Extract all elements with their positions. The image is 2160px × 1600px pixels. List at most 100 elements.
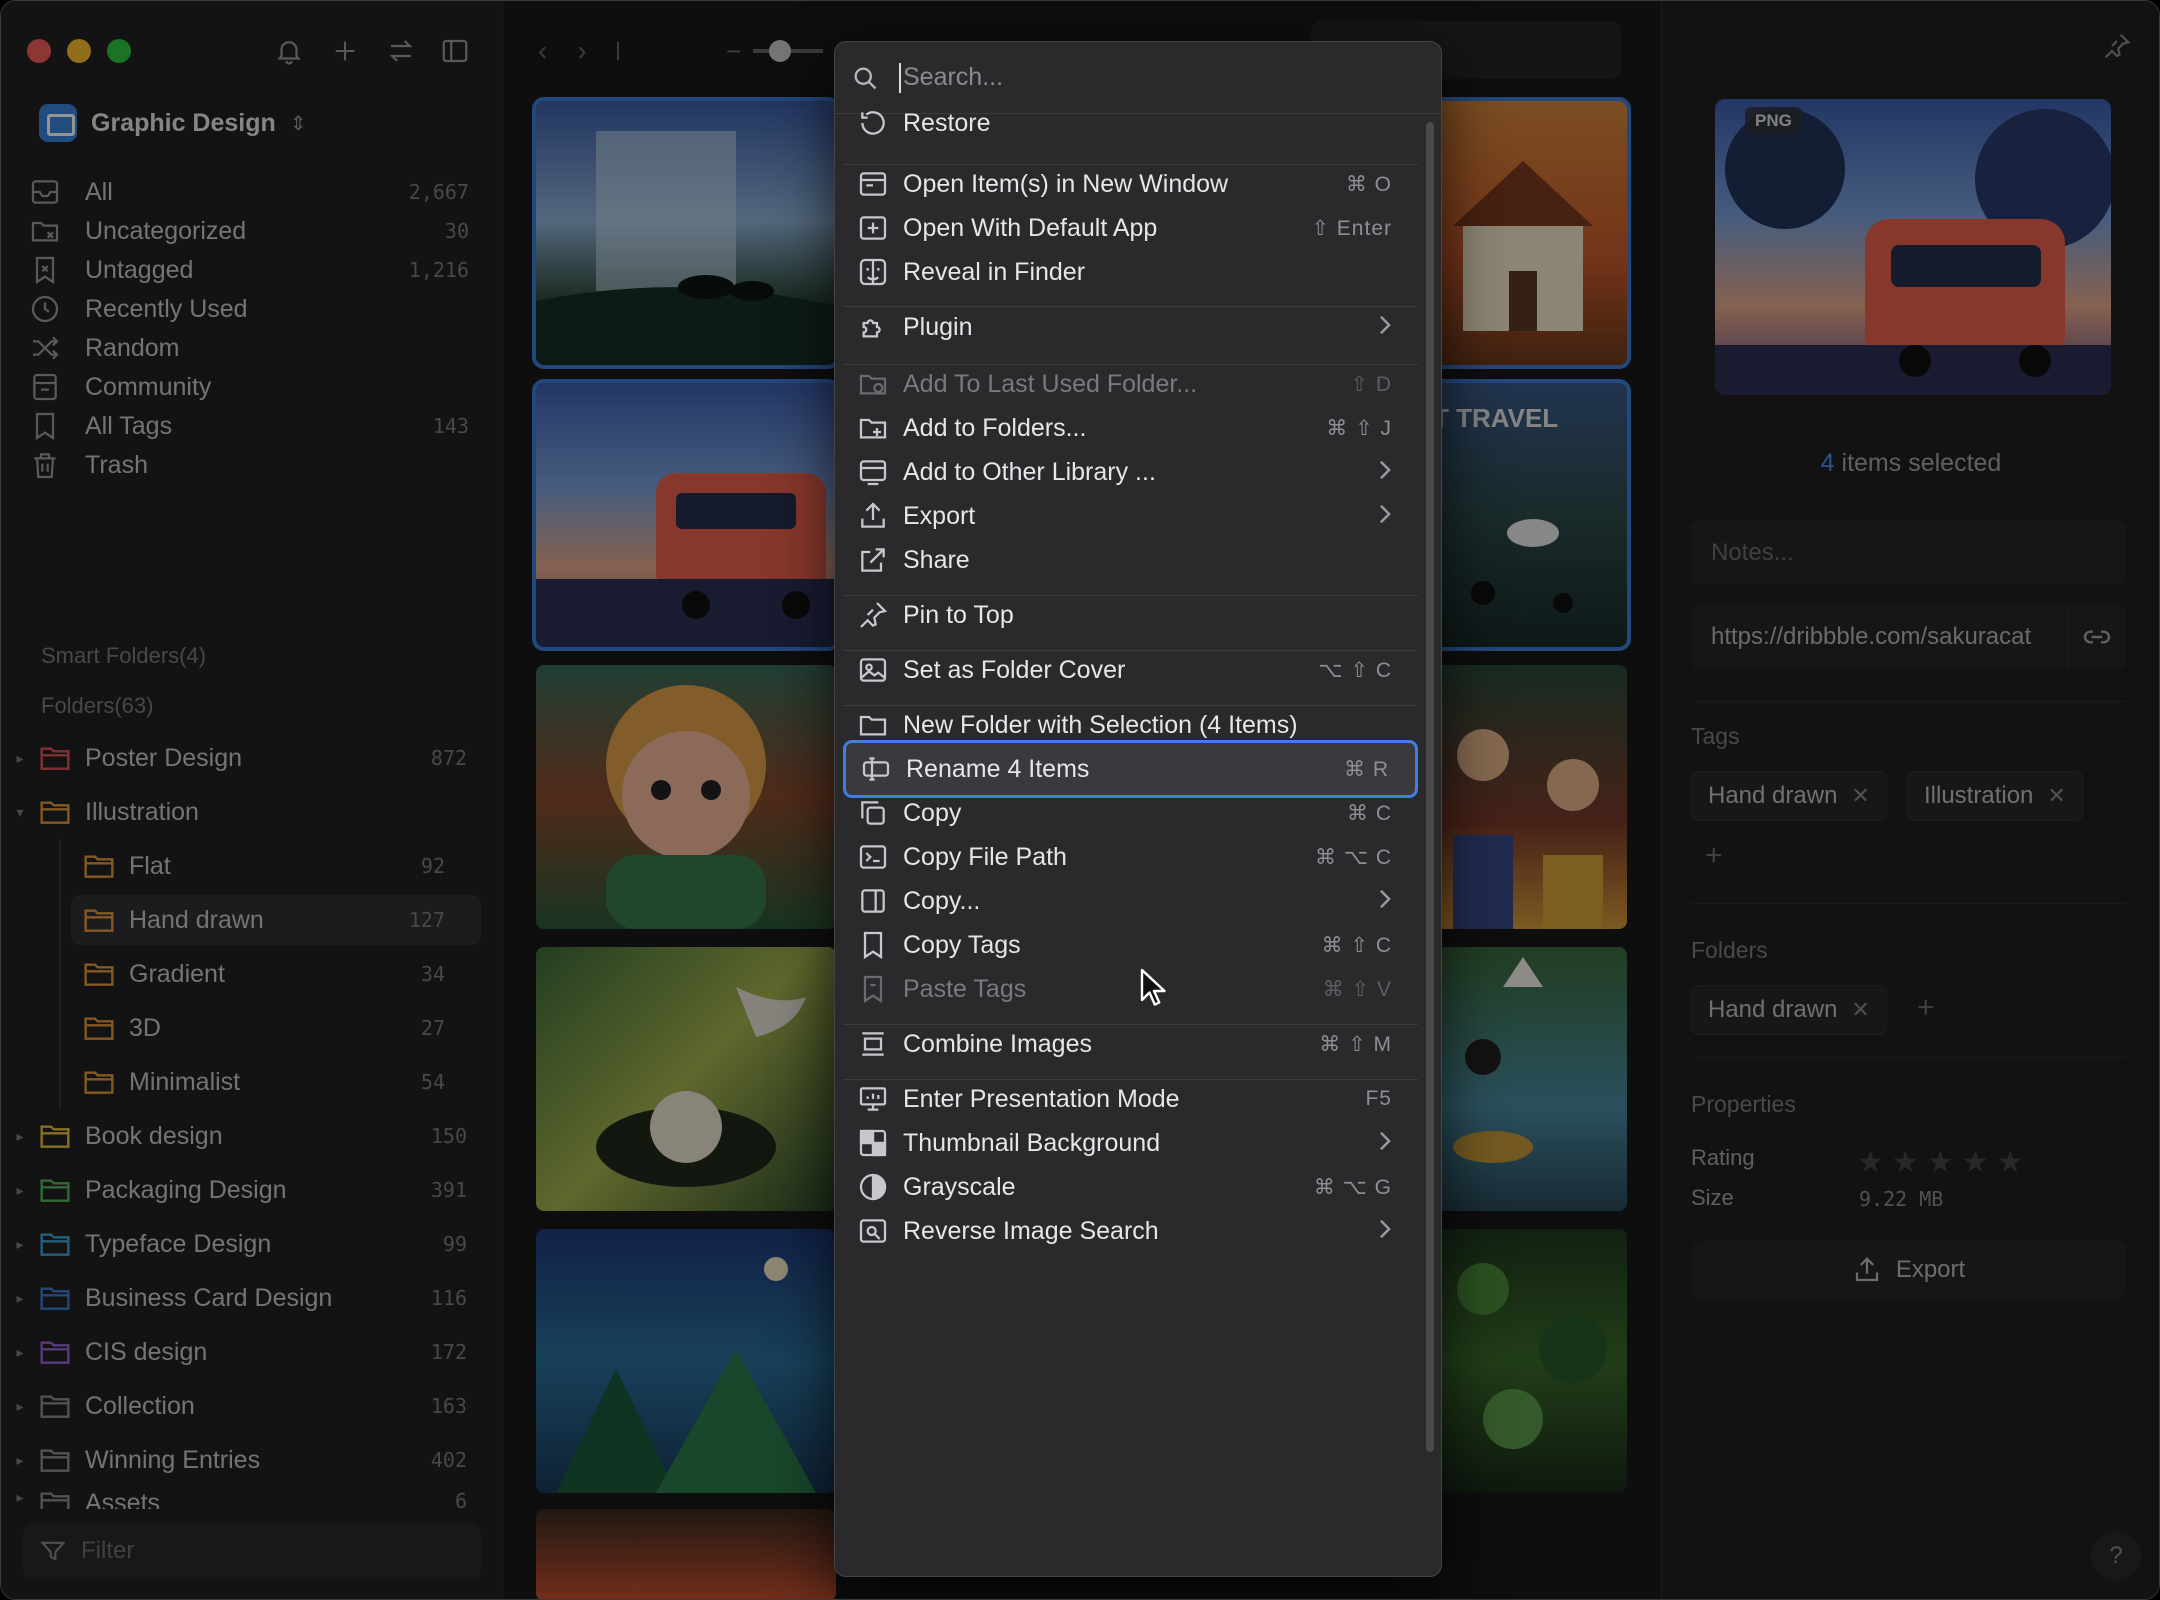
zoom-slider[interactable]: − (726, 31, 824, 71)
filter-field[interactable]: Filter (23, 1523, 481, 1579)
sync-icon[interactable] (381, 31, 421, 71)
star-icon[interactable]: ★ (1997, 1145, 2024, 1180)
thumbnail[interactable] (536, 1229, 836, 1493)
caret-right-icon[interactable]: ▸ (1, 1452, 39, 1469)
sidebar-item-label: Trash (85, 450, 148, 479)
sidebar-toggle-icon[interactable] (435, 31, 475, 71)
star-icon[interactable]: ★ (1962, 1145, 1989, 1180)
folder-item[interactable]: ▸ Typeface Design 99 (1, 1219, 503, 1269)
add-folder-icon[interactable]: + (1917, 991, 1935, 1025)
link-icon[interactable] (2067, 605, 2125, 669)
star-icon[interactable]: ★ (1857, 1145, 1884, 1180)
folder-item[interactable]: Minimalist 54 (71, 1057, 481, 1107)
star-icon[interactable]: ★ (1927, 1145, 1954, 1180)
preview-image[interactable] (1715, 99, 2111, 395)
minimize-window-button[interactable] (67, 39, 91, 63)
back-icon[interactable]: ‹ (538, 35, 547, 67)
folder-count: 172 (430, 1340, 467, 1364)
zoom-out-icon[interactable]: − (726, 36, 741, 67)
caret-right-icon[interactable]: ▸ (1, 1236, 39, 1253)
caret-right-icon[interactable]: ▸ (1, 1128, 39, 1145)
context-menu: Restore Open Item(s) in New Window ⌘ O Open… (834, 41, 1442, 1577)
thumbnail[interactable] (536, 665, 836, 929)
folder-item[interactable]: ▸ Book design 150 (1, 1111, 503, 1161)
menu-item-pin-to-top[interactable]: Pin to Top (843, 589, 1418, 641)
sidebar-item[interactable]: Trash (29, 440, 469, 490)
menu-item-reveal-in-finder[interactable]: Reveal in Finder (843, 246, 1418, 298)
slider-thumb[interactable] (769, 40, 792, 62)
menu-item-paste-tags[interactable]: Paste Tags ⌘ ⇧ V (843, 963, 1418, 1015)
caret-right-icon[interactable]: ▸ (1, 1489, 39, 1506)
folder-item[interactable]: ▸ Assets 6 (1, 1489, 503, 1509)
menu-item-set-as-folder-cover[interactable]: Set as Folder Cover ⌥ ⇧ C (843, 644, 1418, 696)
finder-icon (859, 258, 887, 286)
menu-shortcut: ⌘ O (1345, 172, 1392, 196)
folders-heading[interactable]: Folders(63) (41, 693, 153, 719)
thumbnail[interactable]: T TRAVEL (1419, 379, 1631, 651)
menu-item-share[interactable]: Share (843, 534, 1418, 586)
help-button[interactable]: ? (2091, 1531, 2141, 1581)
presentation-icon (859, 1087, 887, 1111)
folder-item[interactable]: ▸ Collection 163 (1, 1381, 503, 1431)
caret-right-icon[interactable]: ▸ (1, 750, 39, 767)
export-button[interactable]: Export (1691, 1241, 2126, 1299)
notes-field[interactable]: Notes... (1691, 521, 2126, 585)
folder-item[interactable]: Flat 92 (71, 841, 481, 891)
remove-folder-icon[interactable]: ✕ (1851, 997, 1869, 1023)
menu-icon (857, 1127, 899, 1159)
menu-item-reverse-image-search[interactable]: Reverse Image Search (843, 1205, 1418, 1257)
thumbnail[interactable] (536, 947, 836, 1211)
folder-item[interactable]: Hand drawn 127 (71, 895, 481, 945)
add-icon[interactable] (325, 31, 365, 71)
thumbnail[interactable] (536, 1509, 836, 1599)
url-field[interactable]: https://dribbble.com/sakuracat (1691, 605, 2126, 669)
close-window-button[interactable] (27, 39, 51, 63)
folder-item[interactable]: ▾ Illustration (1, 787, 503, 837)
menu-scrollbar[interactable] (1426, 122, 1434, 1452)
caret-right-icon[interactable]: ▸ (1, 1344, 39, 1361)
thumbnail[interactable] (1423, 947, 1627, 1211)
thumbnail[interactable] (532, 379, 840, 651)
folder-item[interactable]: ▸ Poster Design 872 (1, 733, 503, 783)
menu-item-combine-images[interactable]: Combine Images ⌘ ⇧ M (843, 1018, 1418, 1070)
zoom-window-button[interactable] (107, 39, 131, 63)
remove-tag-icon[interactable]: ✕ (1851, 783, 1869, 809)
pin-icon[interactable] (2102, 31, 2132, 66)
caret-right-icon[interactable]: ▸ (1, 1182, 39, 1199)
caret-right-icon[interactable]: ▸ (1, 1290, 39, 1307)
caret-down-icon[interactable]: ▾ (1, 804, 39, 821)
rating-stars[interactable]: ★ ★ ★ ★ ★ (1857, 1145, 2024, 1180)
thumbnail[interactable] (1419, 97, 1631, 369)
folder-icon (83, 852, 129, 880)
folder-item[interactable]: Gradient 34 (71, 949, 481, 999)
folder-item[interactable]: ▸ CIS design 172 (1, 1327, 503, 1377)
trash-icon (34, 453, 56, 479)
folder-count: 402 (430, 1448, 467, 1472)
remove-tag-icon[interactable]: ✕ (2047, 783, 2065, 809)
menu-shortcut: F5 (1365, 1087, 1392, 1110)
forward-icon[interactable]: › (577, 35, 586, 67)
folder-item[interactable]: ▸ Winning Entries 402 (1, 1435, 503, 1485)
menu-search-input[interactable] (903, 63, 1403, 92)
thumbnail[interactable] (1423, 1229, 1627, 1493)
tag-chip[interactable]: Hand drawn ✕ (1691, 771, 1887, 821)
divider (1691, 701, 2126, 702)
caret-right-icon[interactable]: ▸ (1, 1398, 39, 1415)
menu-item-plugin[interactable]: Plugin (843, 301, 1418, 353)
folder-item[interactable]: ▸ Packaging Design 391 (1, 1165, 503, 1215)
add-tag-icon[interactable]: + (1705, 839, 1723, 873)
smart-folders-heading[interactable]: Smart Folders(4) (41, 643, 206, 669)
tag-chip[interactable]: Illustration ✕ (1907, 771, 2083, 821)
bell-icon[interactable] (269, 31, 309, 71)
thumbnail[interactable] (1423, 665, 1627, 929)
thumbnail[interactable] (532, 97, 840, 369)
folder-item[interactable]: ▸ Business Card Design 116 (1, 1273, 503, 1323)
menu-icon (857, 1215, 899, 1247)
folders-heading: Folders (1691, 937, 1768, 963)
slider-track[interactable] (753, 40, 824, 62)
folder-item[interactable]: 3D 27 (71, 1003, 481, 1053)
menu-item-restore[interactable]: Restore (843, 97, 1418, 149)
folder-chip[interactable]: Hand drawn ✕ (1691, 985, 1887, 1035)
library-switcher[interactable]: Graphic Design ⇕ (39, 103, 307, 143)
star-icon[interactable]: ★ (1892, 1145, 1919, 1180)
